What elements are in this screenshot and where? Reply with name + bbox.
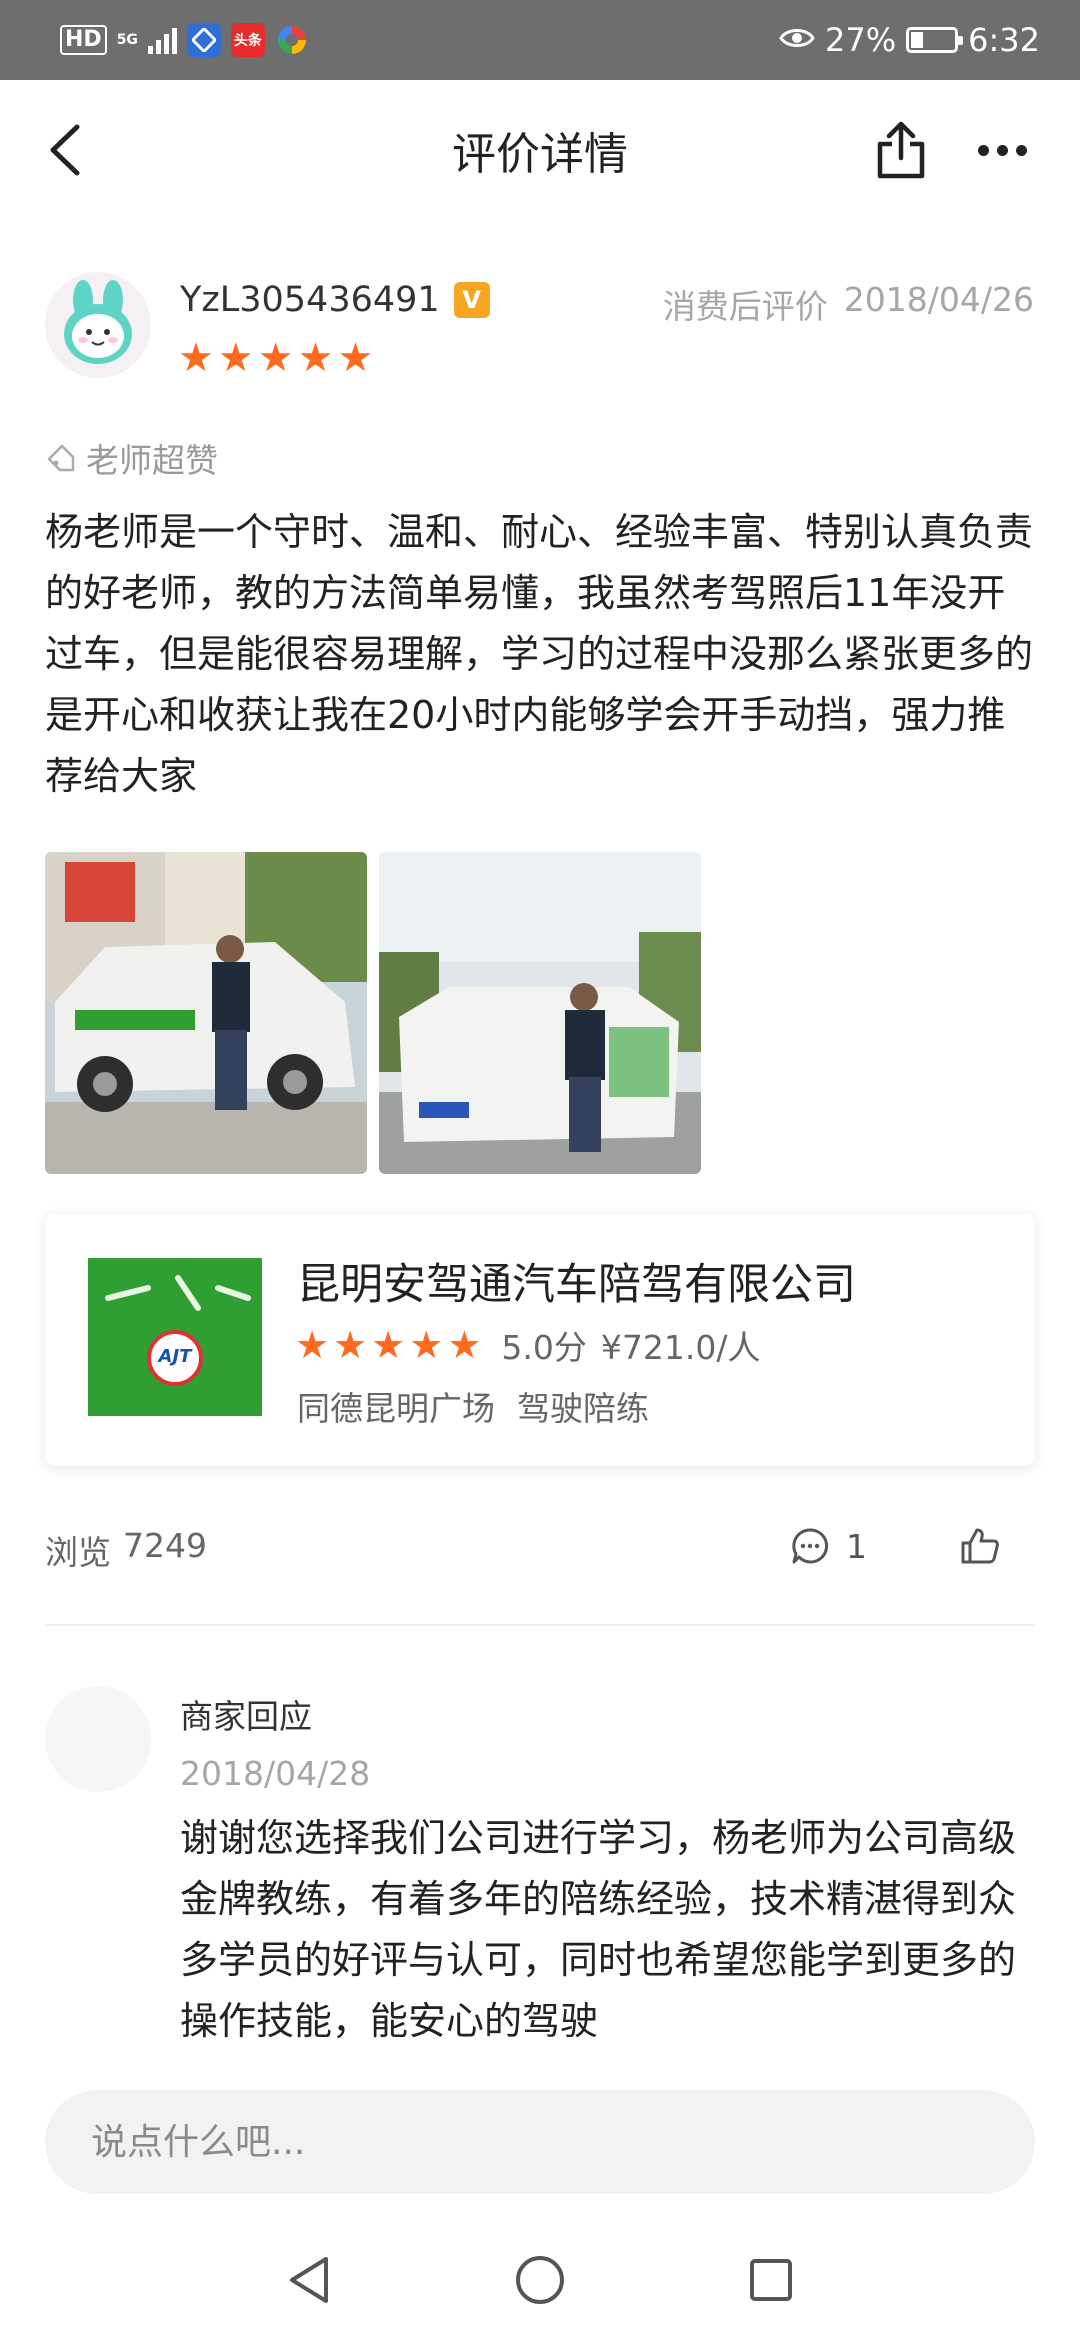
more-dot	[977, 144, 989, 156]
eye-comfort-icon	[779, 21, 815, 59]
nav-recents-button[interactable]	[736, 2248, 806, 2312]
star-icon: ★	[295, 1323, 330, 1367]
star-icon: ★	[297, 335, 334, 381]
merchant-category: 驾驶陪练	[517, 1389, 649, 1428]
review-photo-2[interactable]	[379, 852, 701, 1174]
hd-indicator: HD	[60, 25, 107, 55]
star-icon: ★	[217, 335, 254, 381]
review-rating-stars: ★ ★ ★ ★ ★	[178, 336, 373, 380]
views-value: 7249	[123, 1526, 207, 1565]
merchant-name: 昆明安驾通汽车陪驾有限公司	[297, 1260, 856, 1310]
status-icons-right: 27% 6:32	[779, 18, 1040, 62]
status-icons-left: HD 5G 头条	[60, 20, 309, 60]
merchant-price: ¥721.0/人	[600, 1328, 761, 1367]
view-count: 浏览 7249	[45, 1526, 207, 1574]
reply-text: 谢谢您选择我们公司进行学习，杨老师为公司高级金牌教练，有着多年的陪练经验，技术精…	[180, 1816, 1017, 2043]
like-button[interactable]	[952, 1518, 1008, 1574]
divider	[45, 1624, 1035, 1626]
review-type: 消费后评价	[662, 287, 828, 326]
square-recents-icon	[750, 2259, 792, 2301]
star-icon: ★	[337, 335, 374, 381]
comment-bubble-icon	[792, 1528, 829, 1564]
colorful-app-icon	[275, 23, 309, 57]
thumbs-up-icon	[961, 1528, 999, 1564]
toutiao-notification-icon: 头条	[230, 23, 265, 57]
vip-badge-icon: V	[453, 282, 490, 318]
nav-back-button[interactable]	[274, 2248, 344, 2312]
star-icon: ★	[409, 1323, 444, 1367]
merchant-logo: AJT	[88, 1258, 262, 1416]
star-icon: ★	[178, 335, 214, 381]
review-tag: 老师超赞	[46, 436, 218, 480]
share-button[interactable]	[866, 110, 936, 190]
app-notification-icon	[186, 23, 221, 57]
star-icon: ★	[447, 1323, 482, 1367]
reviewer-username[interactable]: YzL305436491	[180, 280, 440, 320]
views-label: 浏览	[45, 1533, 111, 1572]
reviewer-info: YzL305436491 V	[180, 275, 490, 325]
triangle-back-icon	[290, 2257, 328, 2303]
more-dot	[996, 144, 1008, 156]
review-text: 杨老师是一个守时、温和、耐心、经验丰富、特别认真负责的好老师，教的方法简单易懂，…	[45, 510, 1034, 798]
tag-icon	[47, 444, 75, 472]
star-icon: ★	[257, 335, 294, 381]
review-tag-label: 老师超赞	[86, 441, 218, 480]
system-nav-bar	[0, 2220, 1080, 2340]
circle-home-icon	[516, 2256, 564, 2304]
merchant-reply-avatar	[45, 1686, 151, 1792]
comment-input[interactable]	[45, 2090, 1035, 2194]
share-icon	[877, 121, 925, 179]
star-icon: ★	[333, 1323, 368, 1367]
merchant-rating: ★ ★ ★ ★ ★ 5.0分 ¥721.0/人	[295, 1320, 760, 1370]
more-button[interactable]	[962, 110, 1042, 190]
more-dot	[1015, 144, 1027, 156]
comment-count: 1	[846, 1526, 867, 1566]
status-bar: HD 5G 头条 27% 6:32	[0, 0, 1080, 80]
merchant-location: 同德昆明广场	[297, 1389, 495, 1428]
header: 评价详情	[0, 80, 1080, 220]
merchant-card[interactable]: AJT 昆明安驾通汽车陪驾有限公司 ★ ★ ★ ★ ★ 5.0分 ¥721.0/人 同德…	[45, 1214, 1035, 1466]
merchant-rating-stars: ★ ★ ★ ★ ★	[295, 1323, 481, 1367]
nav-home-button[interactable]	[505, 2248, 575, 2312]
review-date: 2018/04/26	[843, 280, 1034, 319]
bunny-avatar-icon	[64, 280, 132, 364]
merchant-score: 5.0分	[501, 1328, 587, 1367]
reply-date: 2018/04/28	[180, 1754, 371, 1793]
reviewer-avatar[interactable]	[45, 272, 151, 378]
battery-percent: 27%	[825, 21, 897, 59]
network-type: 5G	[116, 32, 138, 48]
star-icon: ★	[371, 1323, 406, 1367]
merchant-logo-text: AJT	[158, 1346, 192, 1367]
comment-button[interactable]: 1	[790, 1518, 867, 1574]
signal-icon	[147, 26, 177, 54]
review-meta: 消费后评价 2018/04/26	[663, 280, 1034, 328]
merchant-tags: 同德昆明广场 驾驶陪练	[297, 1382, 649, 1430]
battery-icon	[906, 27, 964, 53]
clock: 6:32	[968, 21, 1040, 59]
review-photo-1[interactable]	[45, 852, 367, 1174]
reply-author: 商家回应	[180, 1697, 312, 1736]
